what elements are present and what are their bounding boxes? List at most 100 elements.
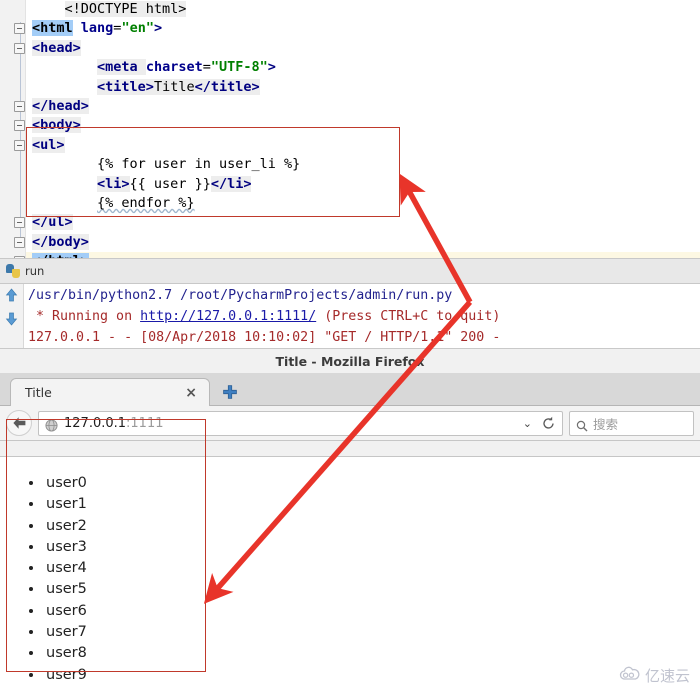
console-text: 127.0.0.1 - - [08/Apr/2018 10:10:02] "GE… [28, 330, 501, 345]
code-token: </body> [32, 233, 89, 250]
list-item: user9 [44, 665, 87, 686]
globe-icon [45, 417, 58, 432]
code-line: </ul> [26, 213, 700, 232]
code-line: </head> [26, 97, 700, 116]
python-icon [6, 264, 20, 278]
code-line: {% endfor %} [26, 194, 700, 213]
url-bar[interactable]: 127.0.0.1:1111 ⌄ [38, 410, 563, 436]
code-line: <title>Title</title> [26, 78, 700, 97]
window-title: Title - Mozilla Firefox [275, 353, 425, 369]
fold-rail [20, 22, 21, 248]
list-item: user3 [44, 537, 87, 558]
browser-tab-title: Title [25, 385, 52, 400]
code-token: <li> [97, 175, 130, 192]
console-output: /usr/bin/python2.7 /root/PycharmProjects… [28, 285, 700, 348]
code-token: <html [32, 20, 73, 37]
url-text: 127.0.0.1:1111 [64, 416, 164, 431]
editor-gutter [0, 0, 26, 268]
console-side-toolbar[interactable] [0, 284, 24, 348]
search-field[interactable]: 搜索 [569, 410, 694, 436]
code-token: "en" [121, 20, 154, 37]
code-token: <!DOCTYPE html> [64, 1, 187, 17]
code-token: <title> [97, 78, 154, 95]
code-token: <body> [32, 117, 81, 134]
console-tab-label: run [25, 264, 45, 278]
scroll-down-icon[interactable] [5, 311, 18, 326]
code-token: {% endfor %} [97, 194, 195, 211]
firefox-navbar[interactable]: 127.0.0.1:1111 ⌄ 搜索 [0, 406, 700, 441]
firefox-bookmark-bar [0, 441, 700, 457]
console-text: * Running on [28, 309, 141, 324]
code-token: {{ user }} [129, 175, 211, 192]
firefox-titlebar: Title - Mozilla Firefox [0, 349, 700, 373]
fold-marker-icon[interactable] [14, 101, 25, 112]
reload-icon[interactable] [541, 416, 556, 431]
console-line: 127.0.0.1 - - [08/Apr/2018 10:10:02] "GE… [28, 327, 700, 348]
console-link[interactable]: http://127.0.0.1:1111/ [140, 309, 316, 324]
user-list: user0user1user2user3user4user5user6user7… [22, 473, 87, 686]
list-item: user0 [44, 473, 87, 494]
close-icon[interactable]: × [181, 386, 201, 400]
code-token: </head> [32, 97, 89, 114]
code-token: charset [145, 59, 203, 76]
watermark: 亿速云 [619, 665, 690, 686]
fold-marker-icon[interactable] [14, 139, 25, 151]
url-host: 127.0.0.1 [64, 415, 127, 431]
screenshot-root: <!DOCTYPE html> <html lang="en"> <head> <m… [0, 0, 700, 698]
code-line: <!DOCTYPE html> [26, 0, 700, 19]
code-token: > [267, 59, 276, 76]
code-text-area[interactable]: <!DOCTYPE html> <html lang="en"> <head> <m… [26, 0, 700, 272]
code-token: "UTF-8" [210, 59, 268, 76]
search-icon [576, 417, 588, 432]
console-line: /usr/bin/python2.7 /root/PycharmProjects… [28, 285, 700, 306]
list-item: user8 [44, 643, 87, 664]
page-content: user0user1user2user3user4user5user6user7… [0, 457, 700, 698]
code-token: Title [153, 78, 195, 95]
code-token: <head> [32, 39, 81, 56]
scroll-up-icon[interactable] [5, 288, 18, 303]
list-item: user7 [44, 622, 87, 643]
firefox-window: Title - Mozilla Firefox Title × 127.0.0.… [0, 348, 700, 698]
code-token: {% for user in user_li %} [97, 156, 301, 173]
search-placeholder: 搜索 [593, 416, 619, 432]
console-text: (Press CTRL+C to quit) [316, 309, 501, 324]
code-line: <html lang="en"> [26, 19, 700, 38]
console-line: * Running on http://127.0.0.1:1111/ (Pre… [28, 306, 700, 327]
console-text: /usr/bin/python2.7 /root/PycharmProjects… [28, 288, 453, 303]
list-item: user2 [44, 516, 87, 537]
code-token: lang [80, 20, 114, 37]
list-item: user6 [44, 601, 87, 622]
firefox-tabstrip[interactable]: Title × [0, 373, 700, 406]
code-line: <head> [26, 39, 700, 58]
console-tab-bar[interactable]: run [0, 258, 700, 284]
list-item: user5 [44, 579, 87, 600]
fold-marker-icon[interactable] [14, 23, 25, 35]
watermark-text: 亿速云 [644, 667, 690, 685]
browser-tab[interactable]: Title × [10, 378, 210, 406]
code-line: <meta charset="UTF-8"> [26, 58, 700, 77]
code-token: > [153, 20, 163, 37]
fold-marker-icon[interactable] [14, 236, 25, 248]
code-line: <body> [26, 116, 700, 135]
code-line: <li>{{ user }}</li> [26, 175, 700, 194]
cloud-icon [619, 666, 641, 685]
code-line: </body> [26, 233, 700, 252]
new-tab-icon[interactable] [222, 384, 238, 400]
list-item: user4 [44, 558, 87, 579]
code-line: <ul> [26, 136, 700, 155]
fold-marker-icon[interactable] [14, 42, 25, 54]
code-line: {% for user in user_li %} [26, 155, 700, 174]
fold-marker-icon[interactable] [14, 120, 25, 132]
code-token: <meta [97, 59, 146, 76]
code-token: </ul> [32, 214, 73, 231]
back-button-icon[interactable] [6, 410, 32, 436]
code-token: </li> [210, 175, 252, 192]
fold-marker-icon[interactable] [14, 217, 25, 229]
code-editor[interactable]: <!DOCTYPE html> <html lang="en"> <head> <m… [0, 0, 700, 272]
code-token: = [202, 59, 211, 76]
url-port: :1111 [126, 415, 164, 431]
code-token: </title> [194, 78, 260, 95]
chevron-down-icon[interactable]: ⌄ [520, 417, 535, 430]
list-item: user1 [44, 494, 87, 515]
